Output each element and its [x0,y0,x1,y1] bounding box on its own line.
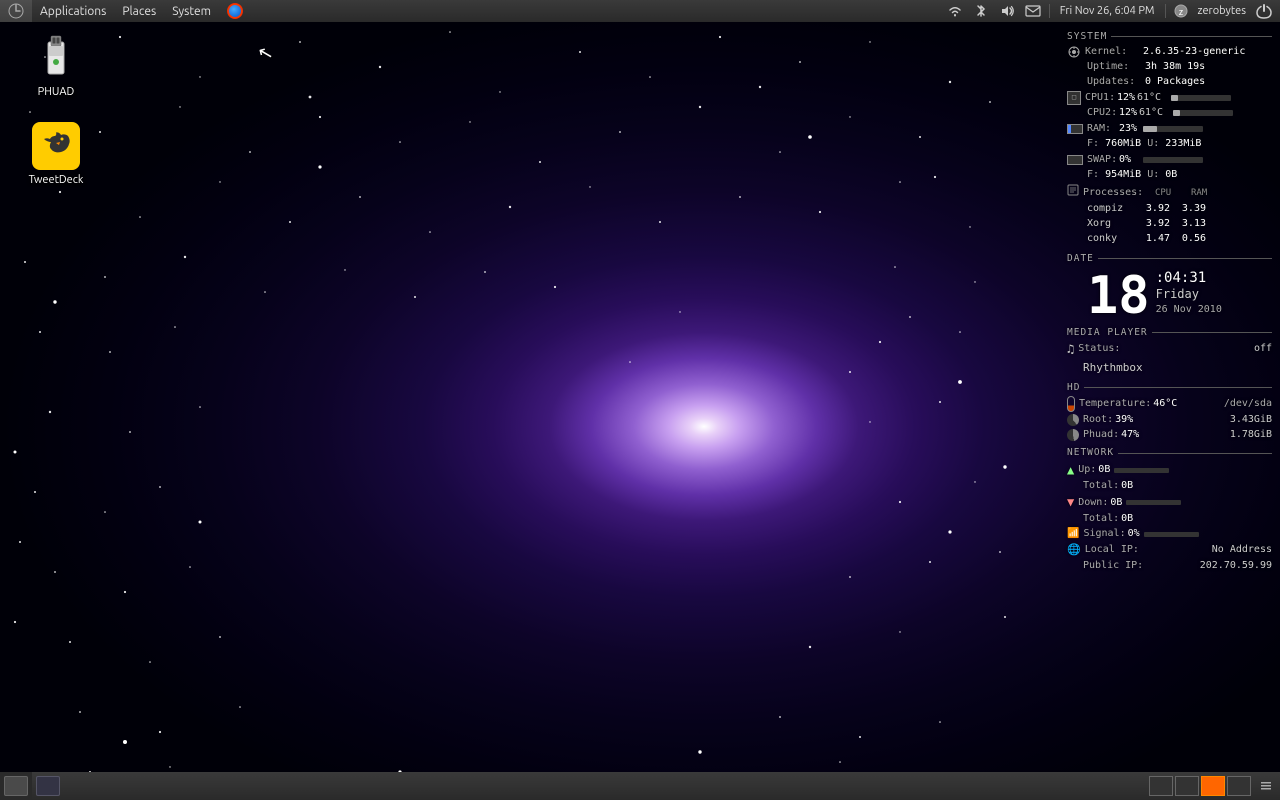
user-icon[interactable]: z [1170,0,1192,22]
tray-separator [1049,4,1050,18]
taskbar [0,772,1280,800]
menubar-left: Applications Places System [0,0,251,22]
volume-tray[interactable] [995,0,1019,22]
svg-text:z: z [1178,7,1183,17]
workspace-1[interactable] [1149,776,1173,796]
show-desktop-button[interactable] [4,776,28,796]
wifi-tray[interactable] [943,0,967,22]
workspace-2[interactable] [1175,776,1199,796]
bluetooth-tray[interactable] [969,0,993,22]
power-button[interactable] [1252,0,1276,22]
desktop [0,22,1280,800]
taskbar-right [1148,772,1280,800]
stars-background [0,22,1280,800]
workspace-switcher [1148,772,1252,800]
mail-tray[interactable] [1021,0,1045,22]
system-logo[interactable] [0,0,32,22]
desktop-icon-tweetdeck[interactable]: TweetDeck [16,118,96,190]
clock[interactable]: Fri Nov 26, 6:04 PM [1054,0,1161,22]
firefox-launcher[interactable] [219,0,251,22]
tweetdeck-bird [32,122,80,170]
phuad-icon-img [32,34,80,82]
menu-places[interactable]: Places [114,0,164,22]
phuad-label: PHUAD [20,86,92,98]
desktop-icon-phuad[interactable]: PHUAD [16,30,96,102]
menu-system[interactable]: System [164,0,219,22]
taskbar-apps [32,772,1148,800]
workspace-3-active[interactable] [1201,776,1225,796]
taskbar-left [0,772,32,800]
username-label[interactable]: zerobytes [1194,0,1251,22]
tweetdeck-icon-img [32,122,80,170]
workspace-4[interactable] [1227,776,1251,796]
taskbar-menu-btn[interactable] [1252,772,1280,800]
menubar-right: Fri Nov 26, 6:04 PM z zerobytes [943,0,1280,22]
tray-separator2 [1165,4,1166,18]
menubar: Applications Places System [0,0,1280,22]
menu-applications[interactable]: Applications [32,0,114,22]
tweetdeck-label: TweetDeck [20,174,92,186]
taskbar-item-indicator[interactable] [36,776,60,796]
